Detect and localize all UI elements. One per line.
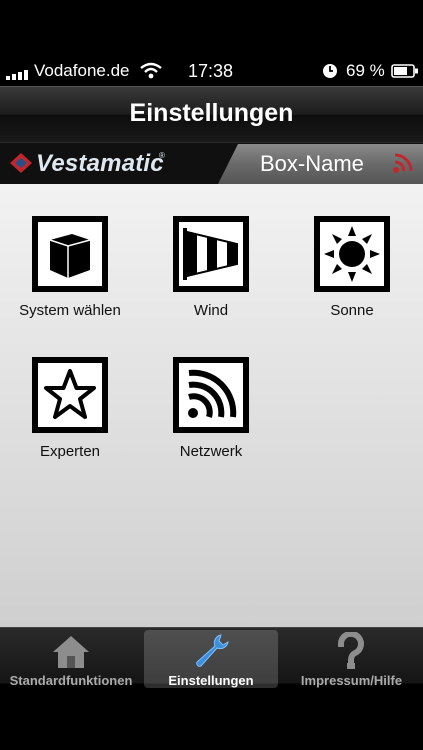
battery-percentage: 69 % [346, 61, 385, 80]
question-icon [337, 632, 364, 669]
signal-strength-icon [6, 70, 28, 80]
tab-label: Einstellungen [168, 673, 254, 688]
tile-frame [173, 216, 249, 292]
carrier-name: Vodafone.de [34, 61, 130, 80]
tab-impressum-hilfe[interactable]: Impressum/Hilfe [284, 630, 419, 688]
tile-label: Experten [39, 443, 101, 460]
box-name-label: Box-Name [260, 151, 364, 176]
tile-label: Sonne [330, 302, 374, 319]
tile-label: System wählen [19, 302, 121, 319]
tab-label: Standardfunktionen [9, 673, 133, 688]
network-icon [188, 369, 237, 418]
tile-frame [32, 357, 108, 433]
tile-label: Netzwerk [179, 443, 243, 460]
vestamatic-logo-icon [10, 153, 32, 173]
connection-signal-icon [393, 153, 413, 173]
tile-frame [173, 357, 249, 433]
tile-netzwerk[interactable]: Netzwerk [151, 357, 271, 460]
page-title: Einstellungen [129, 99, 294, 127]
tab-label: Impressum/Hilfe [300, 673, 403, 688]
tile-label: Wind [193, 302, 229, 319]
home-icon [53, 636, 89, 668]
tile-wind[interactable]: Wind [151, 216, 271, 319]
wifi-icon [140, 62, 162, 79]
tile-frame [32, 216, 108, 292]
tile-frame [314, 216, 390, 292]
star-icon [44, 369, 96, 419]
battery-icon [391, 64, 418, 78]
brand-logo-text: Vestamatic [36, 150, 164, 177]
registered-mark: ® [159, 151, 165, 160]
wrench-icon [196, 634, 229, 667]
alarm-clock-icon [323, 64, 337, 78]
windsock-icon [183, 228, 238, 280]
tab-einstellungen[interactable]: Einstellungen [144, 630, 278, 688]
clock: 17:38 [188, 61, 234, 81]
cube-icon [49, 234, 91, 278]
tile-sonne[interactable]: Sonne [292, 216, 412, 319]
tab-bar-bottom [0, 690, 423, 750]
tile-experten[interactable]: Experten [10, 357, 130, 460]
sun-icon [324, 226, 380, 282]
tile-system-waehlen[interactable]: System wählen [10, 216, 130, 319]
tab-standardfunktionen[interactable]: Standardfunktionen [4, 630, 138, 688]
